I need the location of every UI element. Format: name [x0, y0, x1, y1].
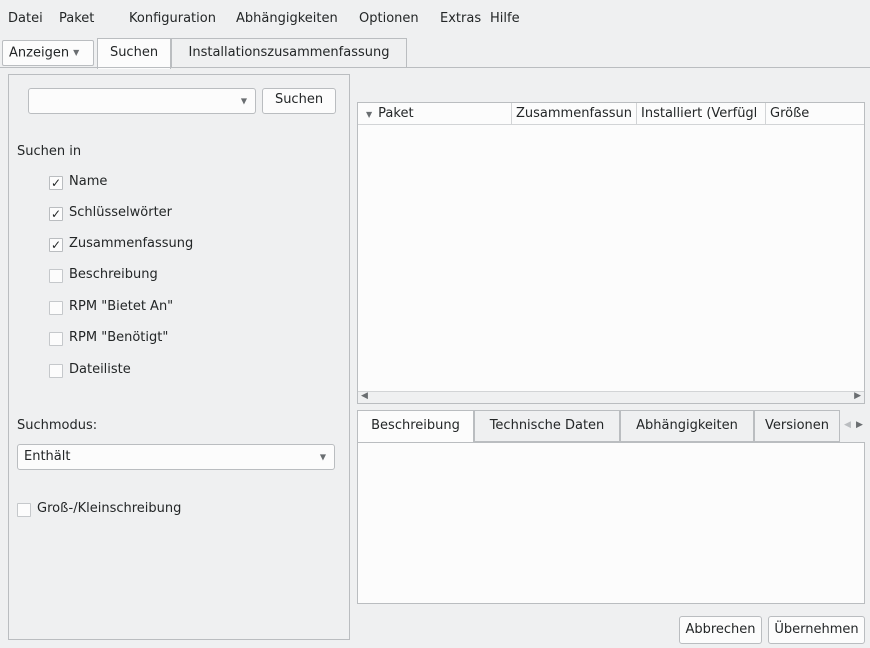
chevron-down-icon: ▼ — [73, 48, 80, 57]
menu-optionen[interactable]: Optionen — [359, 10, 419, 28]
checkbox-zusammenfassung[interactable]: ✓ — [49, 238, 63, 252]
column-installiert-label: Installiert (Verfügl — [641, 106, 758, 121]
menu-datei[interactable]: Datei — [8, 10, 43, 28]
column-zusammenfassung-label: Zusammenfassun — [516, 106, 633, 121]
search-button-label: Suchen — [274, 92, 324, 107]
checkbox-rpm-benoetigt-label: RPM "Benötigt" — [69, 330, 169, 345]
checkbox-schluesselwoerter[interactable]: ✓ — [49, 207, 63, 221]
detail-tab-bar: Beschreibung Technische Daten Abhängigke… — [357, 410, 865, 443]
checkbox-rpm-benoetigt[interactable] — [49, 332, 63, 346]
checkbox-name[interactable]: ✓ — [49, 176, 63, 190]
search-panel: ▼ Suchen Suchen in ✓ Name ✓ Schlüsselwör… — [8, 74, 350, 640]
column-header-zusammenfassung[interactable]: Zusammenfassun — [512, 103, 637, 125]
tab-abhaengigkeiten-label: Abhängigkeiten — [636, 418, 738, 433]
checkbox-beschreibung[interactable] — [49, 269, 63, 283]
menu-paket[interactable]: Paket — [59, 10, 94, 28]
view-button-label: Anzeigen — [9, 45, 70, 61]
tab-technische-daten[interactable]: Technische Daten — [474, 410, 620, 442]
checkbox-rpm-bietet-an-label: RPM "Bietet An" — [69, 299, 174, 314]
checkbox-rpm-bietet-an[interactable] — [49, 301, 63, 315]
cancel-button[interactable]: Abbrechen — [679, 616, 762, 644]
tab-technische-daten-label: Technische Daten — [489, 418, 605, 433]
horizontal-scrollbar[interactable]: ◀ ▶ — [358, 391, 864, 403]
chevron-down-icon[interactable]: ▼ — [241, 97, 247, 106]
tab-beschreibung-label: Beschreibung — [371, 418, 460, 433]
menu-hilfe[interactable]: Hilfe — [490, 10, 520, 28]
menu-abhaengigkeiten[interactable]: Abhängigkeiten — [236, 10, 338, 28]
column-groesse-label: Größe — [770, 106, 810, 121]
column-header-installiert[interactable]: Installiert (Verfügl — [637, 103, 766, 125]
checkbox-beschreibung-label: Beschreibung — [69, 267, 158, 282]
search-input[interactable]: ▼ — [28, 88, 256, 114]
checkbox-dateiliste[interactable] — [49, 364, 63, 378]
apply-button[interactable]: Übernehmen — [768, 616, 865, 644]
column-header-groesse[interactable]: Größe — [766, 103, 864, 125]
tab-installationszusammenfassung-label: Installationszusammenfassung — [188, 45, 390, 60]
tab-suchen[interactable]: Suchen — [97, 38, 171, 69]
menu-extras[interactable]: Extras — [440, 10, 481, 28]
apply-button-label: Übernehmen — [774, 622, 859, 637]
scroll-right-icon[interactable]: ▶ — [854, 391, 861, 401]
checkbox-case-sensitive[interactable] — [17, 503, 31, 517]
tab-installationszusammenfassung[interactable]: Installationszusammenfassung — [171, 38, 407, 68]
checkbox-name-label: Name — [69, 174, 108, 189]
tab-versionen-label: Versionen — [764, 418, 830, 433]
table-header: ▼ Paket Zusammenfassun Installiert (Verfü… — [358, 103, 864, 125]
menu-konfiguration[interactable]: Konfiguration — [129, 10, 216, 28]
package-table: ▼ Paket Zusammenfassun Installiert (Verfü… — [357, 102, 865, 404]
sort-desc-icon: ▼ — [366, 110, 373, 119]
view-dropdown-button[interactable]: Anzeigen ▼ — [2, 40, 94, 66]
checkbox-dateiliste-label: Dateiliste — [69, 362, 131, 377]
top-tab-bar: Anzeigen ▼ Suchen Installationszusammenfa… — [0, 38, 870, 69]
column-header-paket[interactable]: ▼ Paket — [358, 103, 512, 125]
search-mode-value: Enthält — [24, 449, 71, 464]
detail-content-area — [357, 442, 865, 604]
tab-scroll-left-icon[interactable]: ◀ — [844, 420, 851, 430]
checkbox-case-sensitive-label: Groß-/Kleinschreibung — [37, 501, 182, 516]
cancel-button-label: Abbrechen — [685, 622, 756, 637]
tab-abhaengigkeiten[interactable]: Abhängigkeiten — [620, 410, 754, 442]
tab-scroll-right-icon[interactable]: ▶ — [856, 420, 863, 430]
menubar: Datei Paket Konfiguration Abhängigkeiten… — [0, 0, 870, 34]
chevron-down-icon: ▼ — [319, 452, 326, 462]
tab-divider — [0, 67, 870, 68]
checkbox-zusammenfassung-label: Zusammenfassung — [69, 236, 194, 251]
tab-beschreibung[interactable]: Beschreibung — [357, 410, 474, 443]
search-button[interactable]: Suchen — [262, 88, 336, 114]
search-mode-label: Suchmodus: — [17, 418, 98, 433]
tab-suchen-label: Suchen — [109, 45, 159, 60]
scroll-left-icon[interactable]: ◀ — [361, 391, 368, 401]
checkbox-schluesselwoerter-label: Schlüsselwörter — [69, 205, 173, 220]
search-mode-select[interactable]: Enthält ▼ — [17, 444, 335, 470]
column-paket-label: Paket — [378, 106, 414, 121]
search-in-heading: Suchen in — [17, 144, 82, 159]
tab-versionen[interactable]: Versionen — [754, 410, 840, 442]
